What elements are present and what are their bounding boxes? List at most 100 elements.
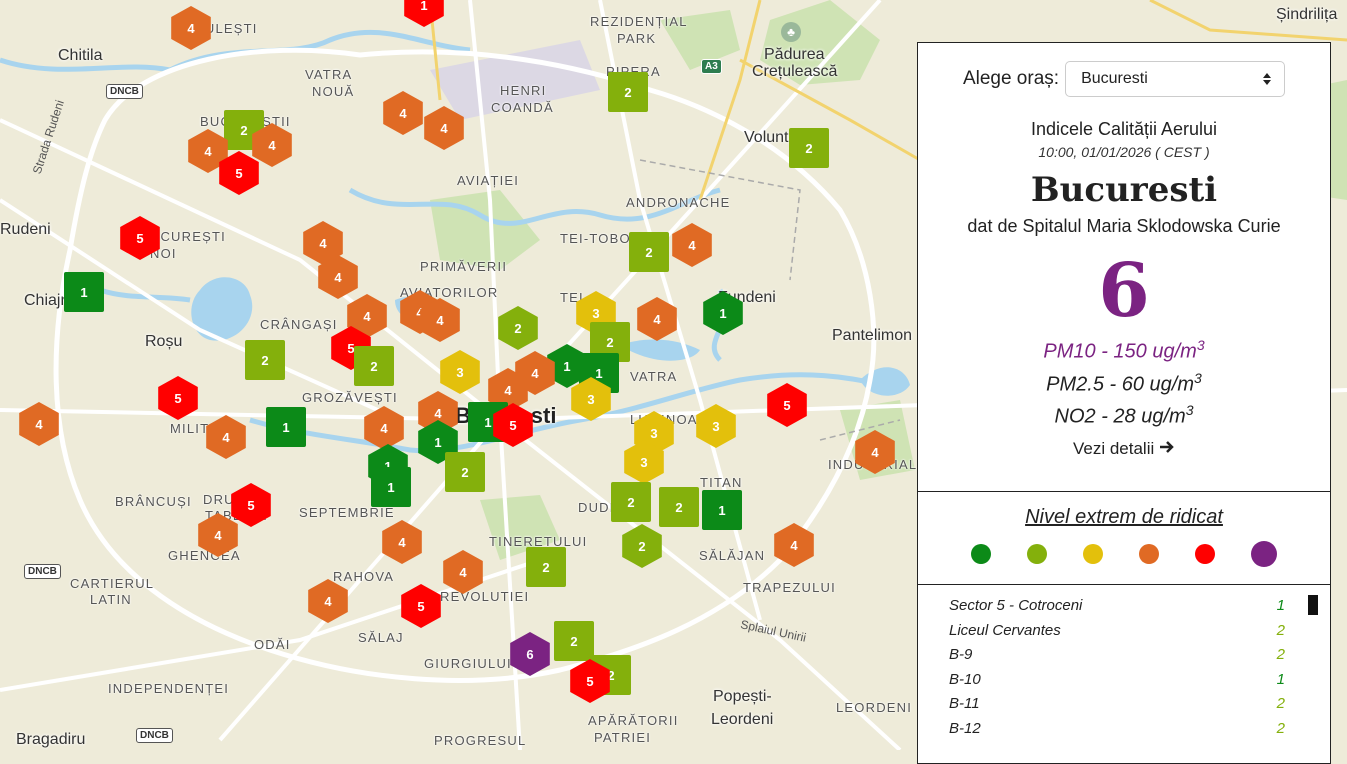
- pollutant-unit-exponent: 3: [1185, 402, 1194, 419]
- forest-icon: ♣: [781, 22, 801, 42]
- sort-arrows-icon: [1263, 73, 1272, 85]
- station-row[interactable]: B-12 2: [949, 720, 1287, 745]
- pollutant-0: PM10 - 150 ug/m3: [918, 337, 1330, 364]
- city-select-label: Alege oraș:: [962, 68, 1060, 89]
- city-label: Popești-: [713, 688, 772, 705]
- city-label: Șindrilița: [1276, 6, 1338, 23]
- area-label: REZIDENȚIAL: [590, 14, 688, 29]
- road-shield: DNCB: [136, 728, 173, 743]
- station-name: B-10: [949, 670, 981, 688]
- area-label: PROGRESUL: [434, 733, 527, 748]
- city-select[interactable]: Bucuresti: [1065, 61, 1286, 97]
- area-label: PATRIEI: [594, 730, 652, 745]
- station-name: Sector 5 - Cotroceni: [949, 597, 1083, 614]
- station-row[interactable]: B-10 1: [949, 671, 1287, 696]
- area-label: CRÂNGAȘI: [260, 317, 338, 332]
- station-marker[interactable]: 1: [266, 407, 306, 447]
- station-marker[interactable]: 2: [554, 621, 594, 661]
- area-label: NOUĂ: [312, 84, 355, 99]
- station-name: B-9: [949, 646, 973, 663]
- level-section: Nivel extrem de ridicat: [918, 492, 1330, 585]
- station-marker[interactable]: 1: [64, 272, 104, 312]
- level-dot-3: [1083, 544, 1103, 564]
- area-label: BRÂNCUȘI: [115, 494, 192, 509]
- area-label: APĂRĂTORII: [588, 713, 679, 728]
- station-marker[interactable]: 1: [371, 467, 411, 507]
- station-index: 2: [1276, 646, 1285, 663]
- station-marker[interactable]: 2: [445, 452, 485, 492]
- station-index: 2: [1276, 719, 1285, 737]
- station-marker[interactable]: 2: [629, 232, 669, 272]
- station-marker[interactable]: 1: [702, 490, 742, 530]
- area-label: TRAPEZULUI: [743, 580, 836, 595]
- station-row[interactable]: B-9 2: [949, 646, 1287, 671]
- area-label: SĂLĂJAN: [699, 548, 766, 563]
- area-label: ODĂI: [254, 637, 291, 652]
- level-dot-1: [971, 544, 991, 564]
- scrollbar-thumb[interactable]: [1308, 595, 1318, 615]
- station-name: B-12: [949, 719, 981, 737]
- level-dot-5: [1195, 544, 1215, 564]
- city-label: Chitila: [58, 47, 103, 64]
- city-select-row: Alege oraș: Bucuresti: [918, 43, 1330, 97]
- pollutant-label: PM10 - 150 ug/m: [1043, 340, 1197, 363]
- details-link-label: Vezi detalii: [1072, 438, 1155, 458]
- station-row[interactable]: B-11 2: [949, 695, 1287, 720]
- air-quality-panel: Alege oraș: Bucuresti Indicele Calității…: [917, 42, 1331, 764]
- station-marker[interactable]: 2: [659, 487, 699, 527]
- area-label: VATRA: [630, 369, 678, 384]
- data-source: dat de Spitalul Maria Sklodowska Curie: [967, 216, 1281, 236]
- station-marker[interactable]: 2: [611, 482, 651, 522]
- pollutant-unit-exponent: 3: [1196, 337, 1205, 353]
- pollutant-unit-exponent: 3: [1194, 369, 1202, 386]
- station-index: 2: [1276, 621, 1285, 639]
- area-label: REVOLUTIEI: [440, 589, 530, 604]
- road-shield: DNCB: [24, 564, 61, 579]
- pollutant-1: PM2.5 - 60 ug/m3: [918, 370, 1330, 397]
- pollutant-list: PM10 - 150 ug/m3 PM2.5 - 60 ug/m3 NO2 - 28…: [918, 337, 1330, 429]
- pollutant-label: NO2 - 28 ug/m: [1054, 405, 1186, 428]
- area-label: LEORDENI: [836, 700, 913, 715]
- station-marker[interactable]: 2: [608, 72, 648, 112]
- aqi-value: 6: [1098, 248, 1150, 334]
- motorway-shield: A3: [701, 59, 722, 74]
- area-label: INDEPENDENȚEI: [108, 681, 230, 696]
- city-label: Leordeni: [711, 711, 774, 728]
- station-marker[interactable]: 2: [354, 346, 394, 386]
- station-index: 1: [1276, 670, 1285, 688]
- details-link[interactable]: Vezi detalii: [918, 439, 1330, 459]
- station-row[interactable]: Sector 5 - Cotroceni 1: [949, 597, 1287, 622]
- city-label: Bragadiru: [16, 731, 86, 748]
- area-label: TITAN: [700, 475, 743, 490]
- station-marker[interactable]: 2: [789, 128, 829, 168]
- area-label: AVIAȚIEI: [457, 173, 520, 188]
- level-dot-2: [1027, 544, 1047, 564]
- city-name: Bucuresti: [1030, 170, 1218, 210]
- timestamp: 10:00, 01/01/2026 ( CEST ): [1038, 144, 1210, 160]
- city-select-value: Bucuresti: [1081, 70, 1148, 87]
- area-label: CARTIERUL: [70, 576, 155, 591]
- area-label: HENRI: [500, 83, 547, 98]
- pollutant-2: NO2 - 28 ug/m3: [918, 402, 1330, 429]
- area-label: COANDĂ: [491, 100, 554, 115]
- level-dot-6: [1251, 541, 1277, 567]
- level-dot-4: [1139, 544, 1159, 564]
- station-marker[interactable]: 2: [526, 547, 566, 587]
- level-title: Nivel extrem de ridicat: [1025, 506, 1223, 528]
- station-row[interactable]: Liceul Cervantes 2: [949, 622, 1287, 647]
- area-label: PARK: [617, 31, 657, 46]
- station-index: 2: [1276, 695, 1285, 712]
- area-label: VATRA: [305, 67, 353, 82]
- level-legend: [918, 541, 1330, 567]
- station-marker[interactable]: 2: [245, 340, 285, 380]
- station-index: 1: [1276, 597, 1285, 614]
- summary-section: Alege oraș: Bucuresti Indicele Calității…: [918, 43, 1330, 492]
- area-label: ANDRONACHE: [626, 195, 731, 210]
- area-label: LATIN: [90, 592, 132, 607]
- station-list[interactable]: Sector 5 - Cotroceni 1 Liceul Cervantes 2 B-…: [918, 585, 1330, 744]
- city-label: Crețulească: [752, 63, 838, 80]
- area-label: SEPTEMBRIE: [299, 505, 395, 520]
- pollutant-label: PM2.5 - 60 ug/m: [1046, 373, 1195, 396]
- station-name: B-11: [949, 695, 980, 712]
- area-label: RAHOVA: [333, 569, 395, 584]
